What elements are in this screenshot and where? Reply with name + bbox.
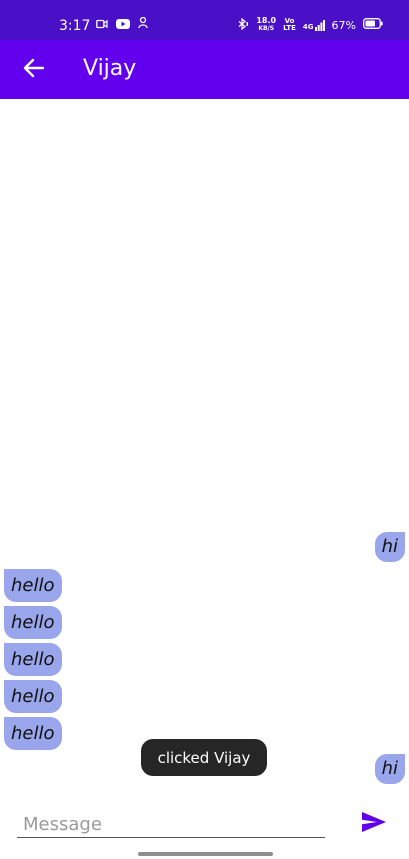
volte-bottom: LTE <box>283 24 296 32</box>
status-notification-icons <box>96 16 148 33</box>
battery-icon <box>363 18 383 32</box>
battery-percent: 67% <box>331 18 356 32</box>
screen-record-icon <box>96 18 108 33</box>
message-bubble-received: hello <box>4 606 62 639</box>
message-bubble-received: hello <box>4 569 62 602</box>
toast-text: clicked Vijay <box>157 748 251 767</box>
youtube-icon <box>116 18 130 33</box>
message-bubble-received: hello <box>4 680 62 713</box>
status-system-icons: 18.0 KB/S Vo LTE 4G 67% <box>237 17 383 33</box>
signal-label: 4G <box>302 22 314 31</box>
notification-icon <box>138 16 148 33</box>
gesture-navigation-bar[interactable] <box>138 852 273 856</box>
chat-screen: 3:17 18.0 KB/S Vo LTE 4G 67% Vijay hi he… <box>0 0 409 859</box>
toast-message: clicked Vijay <box>141 739 267 776</box>
net-speed-value: 18.0 <box>256 16 277 25</box>
message-bubble-received: hello <box>4 717 62 750</box>
send-button[interactable] <box>358 810 390 838</box>
message-bubble-sent: hi <box>374 754 405 784</box>
volte-badge: Vo LTE <box>283 18 296 32</box>
bluetooth-icon <box>237 17 249 33</box>
arrow-back-icon <box>23 58 45 82</box>
message-bubble-sent: hi <box>374 532 405 562</box>
net-speed-unit: KB/S <box>258 25 275 32</box>
app-bar: Vijay <box>0 40 409 99</box>
net-speed: 18.0 KB/S <box>256 17 276 33</box>
signal-icon: 4G <box>302 19 325 31</box>
message-input[interactable] <box>17 812 325 838</box>
status-time: 3:17 <box>59 18 91 34</box>
back-button[interactable] <box>20 56 48 84</box>
message-bubble-received: hello <box>4 643 62 676</box>
send-icon <box>361 811 387 837</box>
status-bar: 3:17 18.0 KB/S Vo LTE 4G 67% <box>0 0 409 40</box>
contact-name-title: Vijay <box>83 56 137 81</box>
